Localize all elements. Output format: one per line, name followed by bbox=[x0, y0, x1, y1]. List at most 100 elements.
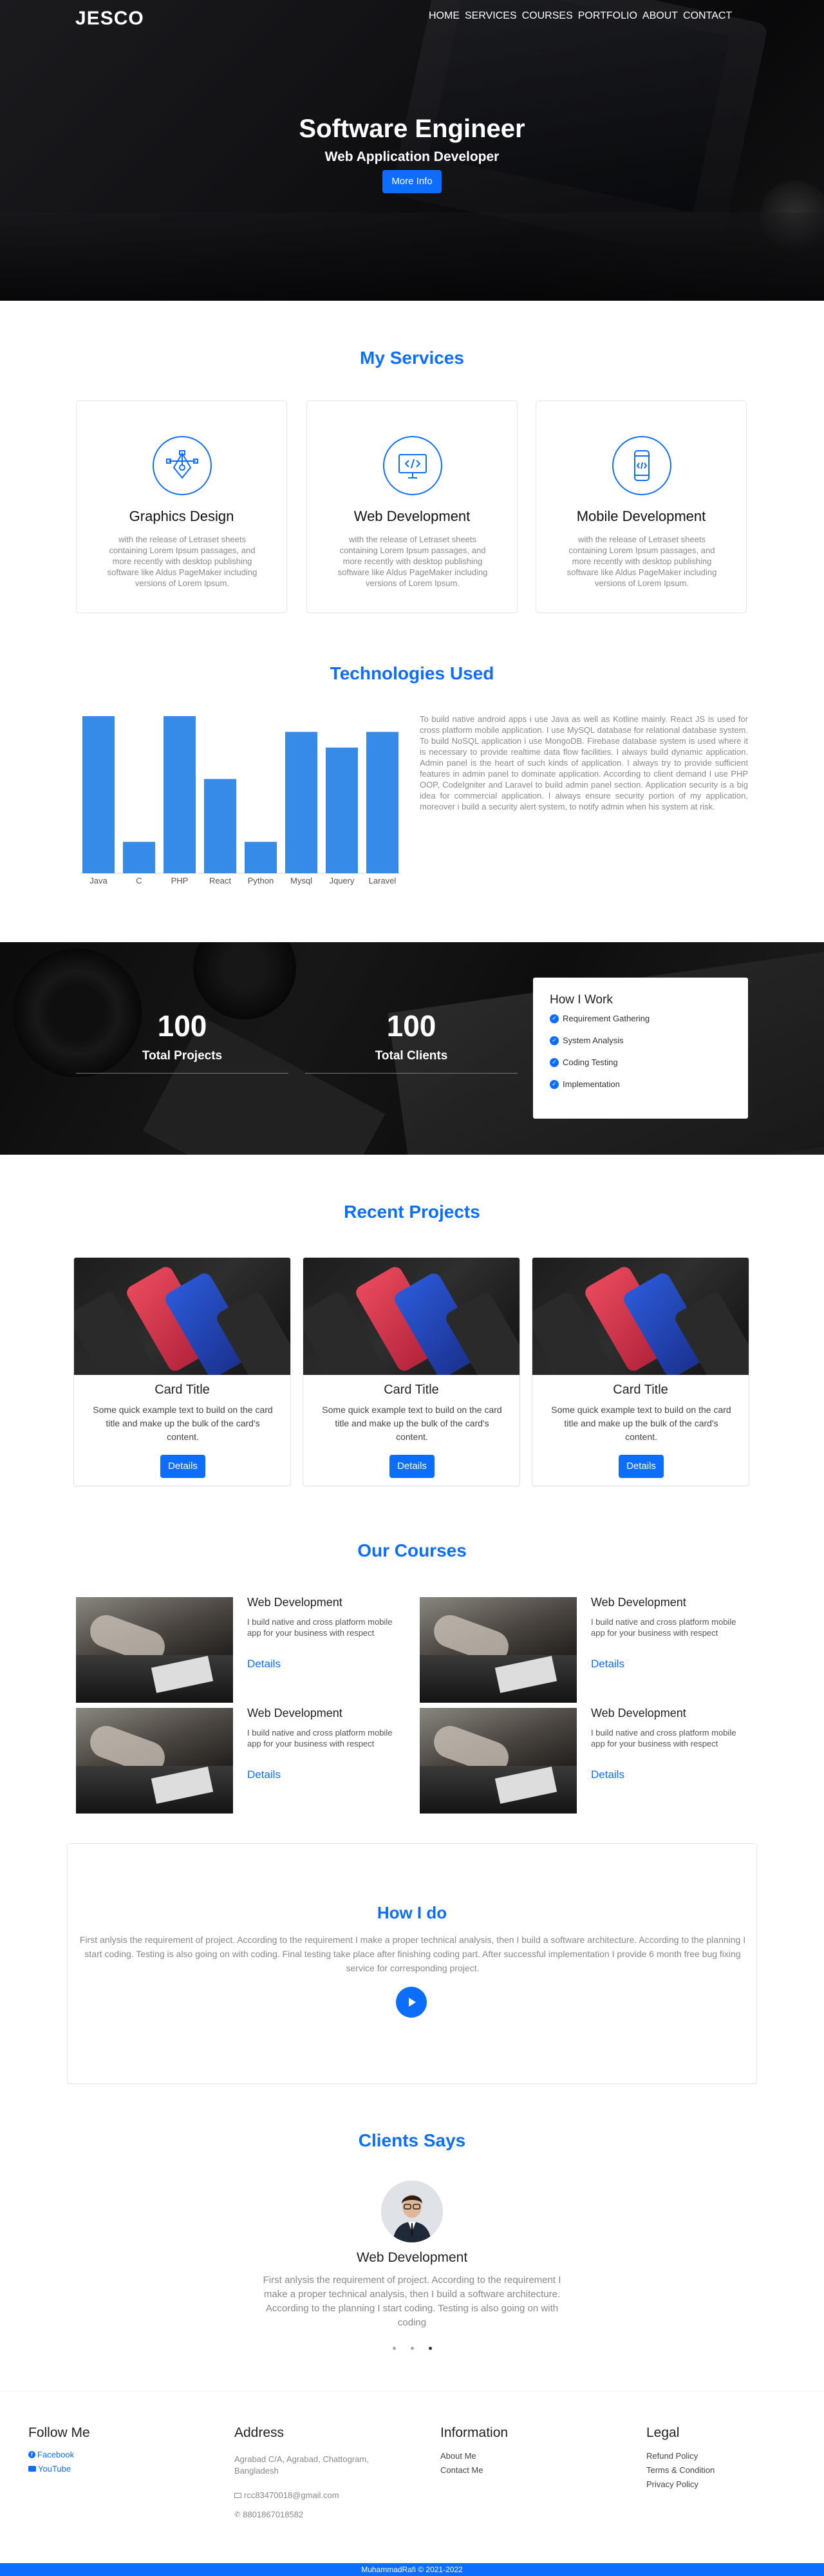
course-image bbox=[76, 1708, 233, 1814]
carousel-indicator-active[interactable] bbox=[429, 2347, 432, 2350]
play-icon bbox=[409, 1998, 416, 2007]
footer-refund-link[interactable]: Refund Policy bbox=[646, 2451, 698, 2461]
footer-legal-title: Legal bbox=[646, 2425, 680, 2440]
chart-bar-laravel bbox=[366, 732, 398, 873]
course-details-link[interactable]: Details bbox=[591, 1768, 624, 1781]
project-text: Some quick example text to build on the … bbox=[93, 1405, 273, 1442]
project-details-button[interactable]: Details bbox=[389, 1455, 435, 1478]
clients-count: 100 bbox=[386, 1009, 436, 1043]
more-info-button[interactable]: More Info bbox=[382, 170, 442, 193]
nav-contact[interactable]: CONTACT bbox=[680, 10, 735, 22]
how-i-work-title: How I Work bbox=[550, 993, 613, 1007]
course-title: Web Development bbox=[247, 1707, 342, 1719]
carousel-indicator[interactable] bbox=[411, 2347, 414, 2350]
project-image bbox=[74, 1258, 290, 1375]
project-title: Card Title bbox=[613, 1383, 668, 1397]
footer-phone-label: 8801867018582 bbox=[243, 2510, 304, 2519]
footer-phone[interactable]: ✆ 8801867018582 bbox=[234, 2509, 303, 2521]
footer-contact-link[interactable]: Contact Me bbox=[440, 2465, 483, 2475]
footer-info-title: Information bbox=[440, 2425, 509, 2440]
footer-follow-title: Follow Me bbox=[28, 2425, 90, 2440]
service-title: Graphics Design bbox=[129, 508, 234, 524]
project-text: Some quick example text to build on the … bbox=[551, 1405, 731, 1442]
facebook-link[interactable]: f Facebook bbox=[28, 2450, 74, 2459]
project-image bbox=[532, 1258, 749, 1375]
check-icon: ✓ bbox=[550, 1057, 559, 1067]
project-title: Card Title bbox=[154, 1383, 210, 1397]
chart-bar-python bbox=[245, 842, 277, 873]
nav-about[interactable]: ABOUT bbox=[640, 10, 680, 22]
chart-tick-label: React bbox=[209, 876, 231, 886]
how-item: ✓ Implementation bbox=[550, 1079, 620, 1089]
course-image bbox=[76, 1597, 233, 1703]
youtube-link[interactable]: YouTube bbox=[28, 2464, 71, 2474]
how-i-do-title: How I do bbox=[377, 1903, 447, 1922]
carousel-indicator[interactable] bbox=[393, 2347, 396, 2350]
chart-tick-label: C bbox=[136, 876, 142, 886]
nav-home[interactable]: HOME bbox=[426, 10, 462, 22]
service-title: Web Development bbox=[353, 508, 471, 524]
service-card: Mobile Development with the release of L… bbox=[536, 401, 747, 613]
footer-privacy-link[interactable]: Privacy Policy bbox=[646, 2479, 698, 2489]
course-image bbox=[420, 1597, 577, 1703]
facebook-label: Facebook bbox=[37, 2450, 75, 2459]
services-title: My Services bbox=[360, 348, 464, 368]
chart-bar-mysql bbox=[285, 732, 317, 873]
service-desc: with the release of Letraset sheets cont… bbox=[566, 535, 717, 588]
courses-title: Our Courses bbox=[357, 1540, 467, 1560]
course-details-link[interactable]: Details bbox=[247, 1658, 281, 1671]
code-monitor-icon bbox=[383, 436, 442, 495]
main-nav: HOME SERVICES COURSES PORTFOLIO ABOUT CO… bbox=[426, 10, 735, 22]
brand-logo[interactable]: JESCO bbox=[75, 8, 144, 30]
facebook-icon: f bbox=[28, 2451, 35, 2458]
nav-services[interactable]: SERVICES bbox=[462, 10, 520, 22]
divider bbox=[76, 1073, 288, 1074]
how-item: ✓ Requirement Gathering bbox=[550, 1014, 650, 1023]
footer-about-link[interactable]: About Me bbox=[440, 2451, 476, 2461]
chart-bar-php bbox=[164, 716, 196, 873]
course-desc: I build native and cross platform mobile… bbox=[247, 1728, 393, 1748]
tech-description: To build native android apps i use Java … bbox=[420, 714, 748, 811]
projects-count: 100 bbox=[157, 1009, 207, 1043]
service-title: Mobile Development bbox=[576, 508, 706, 524]
how-item-label: Implementation bbox=[563, 1079, 620, 1089]
play-video-button[interactable] bbox=[396, 1987, 427, 2018]
service-card: Graphics Design with the release of Letr… bbox=[76, 401, 287, 613]
how-item: ✓ Coding Testing bbox=[550, 1057, 618, 1067]
tech-title: Technologies Used bbox=[330, 663, 494, 683]
tech-chart bbox=[80, 715, 399, 874]
client-testimonial: First anlysis the requirement of project… bbox=[263, 2275, 561, 2328]
nav-courses[interactable]: COURSES bbox=[520, 10, 576, 22]
chart-tick-label: PHP bbox=[171, 876, 189, 886]
client-avatar bbox=[381, 2181, 443, 2242]
mail-icon bbox=[234, 2493, 241, 2498]
footer-email-label: rcc83470018@gmail.com bbox=[244, 2490, 339, 2500]
check-icon: ✓ bbox=[550, 1036, 559, 1045]
project-details-button[interactable]: Details bbox=[619, 1455, 664, 1478]
tech-bar-chart bbox=[80, 716, 399, 874]
how-item-label: System Analysis bbox=[563, 1036, 624, 1045]
nav-portfolio[interactable]: PORTFOLIO bbox=[576, 10, 640, 22]
phone-icon: ✆ bbox=[234, 2511, 241, 2519]
footer-email[interactable]: rcc83470018@gmail.com bbox=[234, 2490, 339, 2501]
chart-bar-c bbox=[123, 842, 155, 873]
course-details-link[interactable]: Details bbox=[247, 1768, 281, 1781]
copyright-bar: MuhammadRafi © 2021-2022 bbox=[0, 2563, 824, 2576]
projects-label: Total Projects bbox=[142, 1049, 223, 1063]
project-image bbox=[303, 1258, 520, 1375]
projects-title: Recent Projects bbox=[344, 1202, 480, 1222]
how-item-label: Requirement Gathering bbox=[563, 1014, 650, 1023]
project-details-button[interactable]: Details bbox=[160, 1455, 205, 1478]
course-desc: I build native and cross platform mobile… bbox=[591, 1617, 736, 1638]
course-image bbox=[420, 1708, 577, 1814]
chart-tick-label: Java bbox=[89, 876, 108, 886]
course-details-link[interactable]: Details bbox=[591, 1658, 624, 1671]
project-card: Card Title Some quick example text to bu… bbox=[303, 1257, 520, 1486]
footer-terms-link[interactable]: Terms & Condition bbox=[646, 2465, 715, 2475]
project-card: Card Title Some quick example text to bu… bbox=[73, 1257, 291, 1486]
course-desc: I build native and cross platform mobile… bbox=[247, 1617, 393, 1638]
project-title: Card Title bbox=[384, 1383, 439, 1397]
course-title: Web Development bbox=[591, 1707, 686, 1719]
chart-tick-label: Jquery bbox=[329, 876, 355, 886]
youtube-label: YouTube bbox=[38, 2464, 71, 2474]
